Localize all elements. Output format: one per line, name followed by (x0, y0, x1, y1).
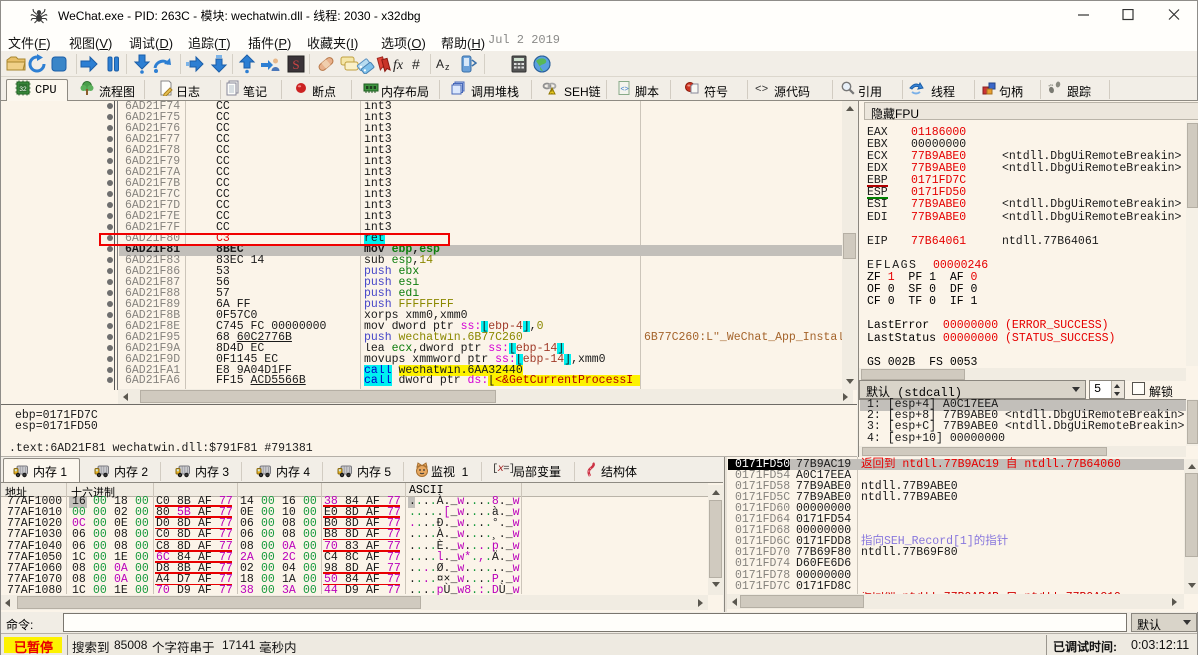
svg-text:<>: <> (755, 84, 768, 96)
svg-text:S: S (292, 57, 299, 72)
svg-text:!: ! (551, 90, 552, 96)
svg-text:#: # (412, 56, 420, 72)
svg-text:32: 32 (19, 86, 27, 93)
svg-text:A: A (436, 57, 444, 71)
svg-text:<>: <> (621, 86, 629, 93)
svg-text:fx: fx (393, 58, 404, 73)
svg-text:z: z (445, 62, 450, 72)
